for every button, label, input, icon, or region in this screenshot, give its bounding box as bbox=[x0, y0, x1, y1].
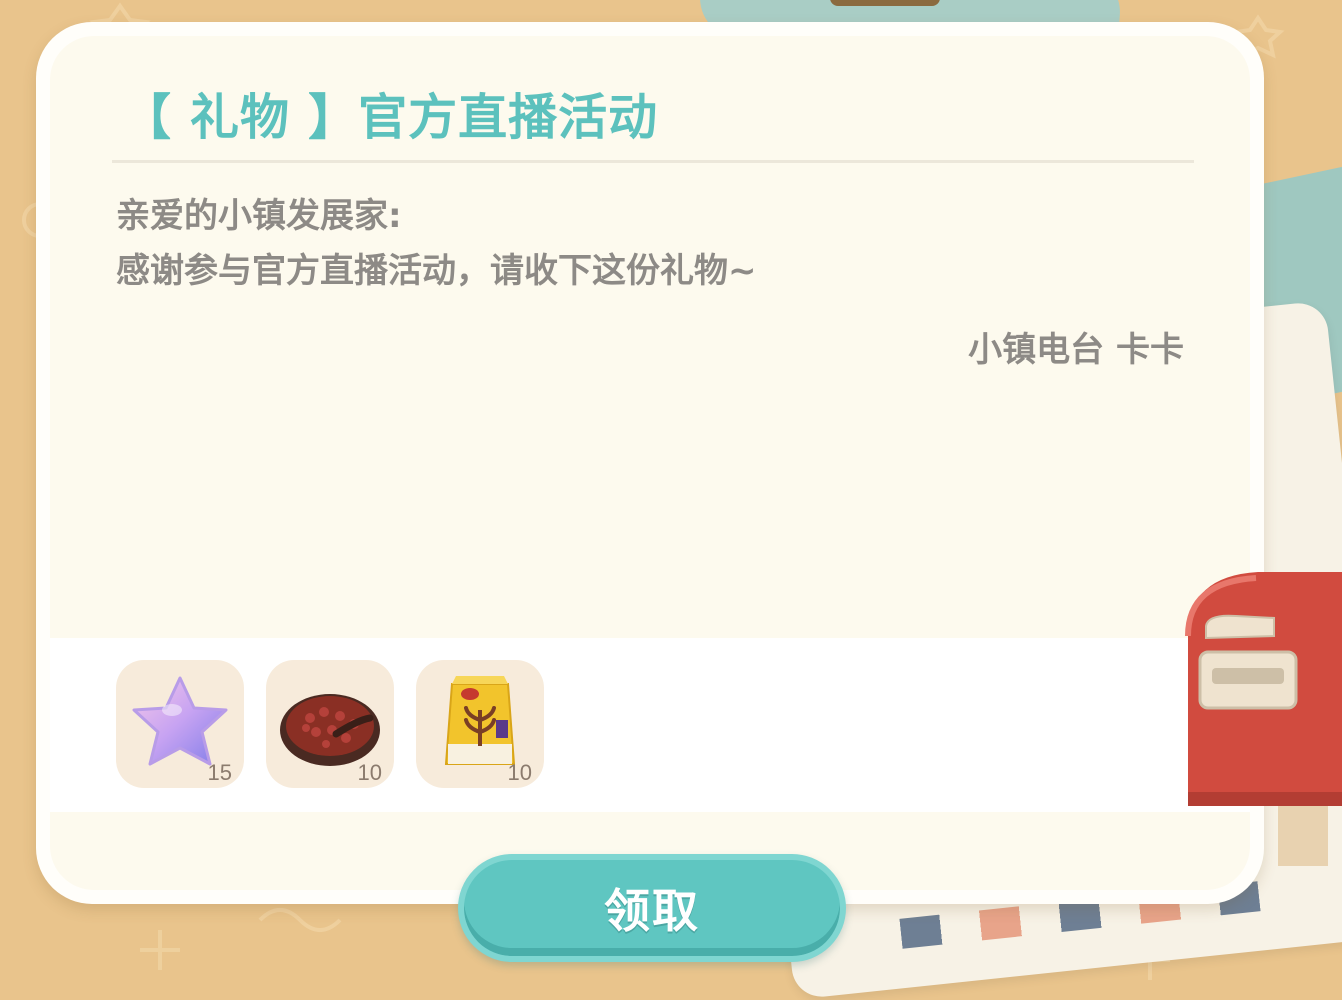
mail-card-inner: 【 礼物 】官方直播活动 亲爱的小镇发展家: 感谢参与官方直播活动，请收下这份礼… bbox=[50, 36, 1250, 890]
reward-items-strip: 15 10 10 bbox=[50, 638, 1250, 812]
mail-body: 感谢参与官方直播活动，请收下这份礼物~ bbox=[116, 251, 757, 291]
reward-item-star[interactable]: 15 bbox=[116, 660, 244, 788]
claim-button[interactable]: 领取 bbox=[458, 854, 846, 962]
reward-count: 15 bbox=[207, 760, 232, 785]
title-divider bbox=[112, 160, 1194, 163]
mail-signature: 小镇电台 卡卡 bbox=[968, 330, 1184, 370]
reward-count: 10 bbox=[507, 760, 532, 785]
claim-button-label: 领取 bbox=[604, 884, 700, 938]
background-tab bbox=[830, 0, 940, 6]
mail-title: 【 礼物 】官方直播活动 bbox=[122, 89, 659, 146]
mail-greeting: 亲爱的小镇发展家: bbox=[116, 196, 402, 236]
mailbox-icon bbox=[1185, 572, 1342, 866]
reward-item-flour-bag[interactable]: 10 bbox=[416, 660, 544, 788]
reward-count: 10 bbox=[357, 760, 382, 785]
reward-item-bean-bowl[interactable]: 10 bbox=[266, 660, 394, 788]
mail-card: 【 礼物 】官方直播活动 亲爱的小镇发展家: 感谢参与官方直播活动，请收下这份礼… bbox=[36, 22, 1264, 904]
